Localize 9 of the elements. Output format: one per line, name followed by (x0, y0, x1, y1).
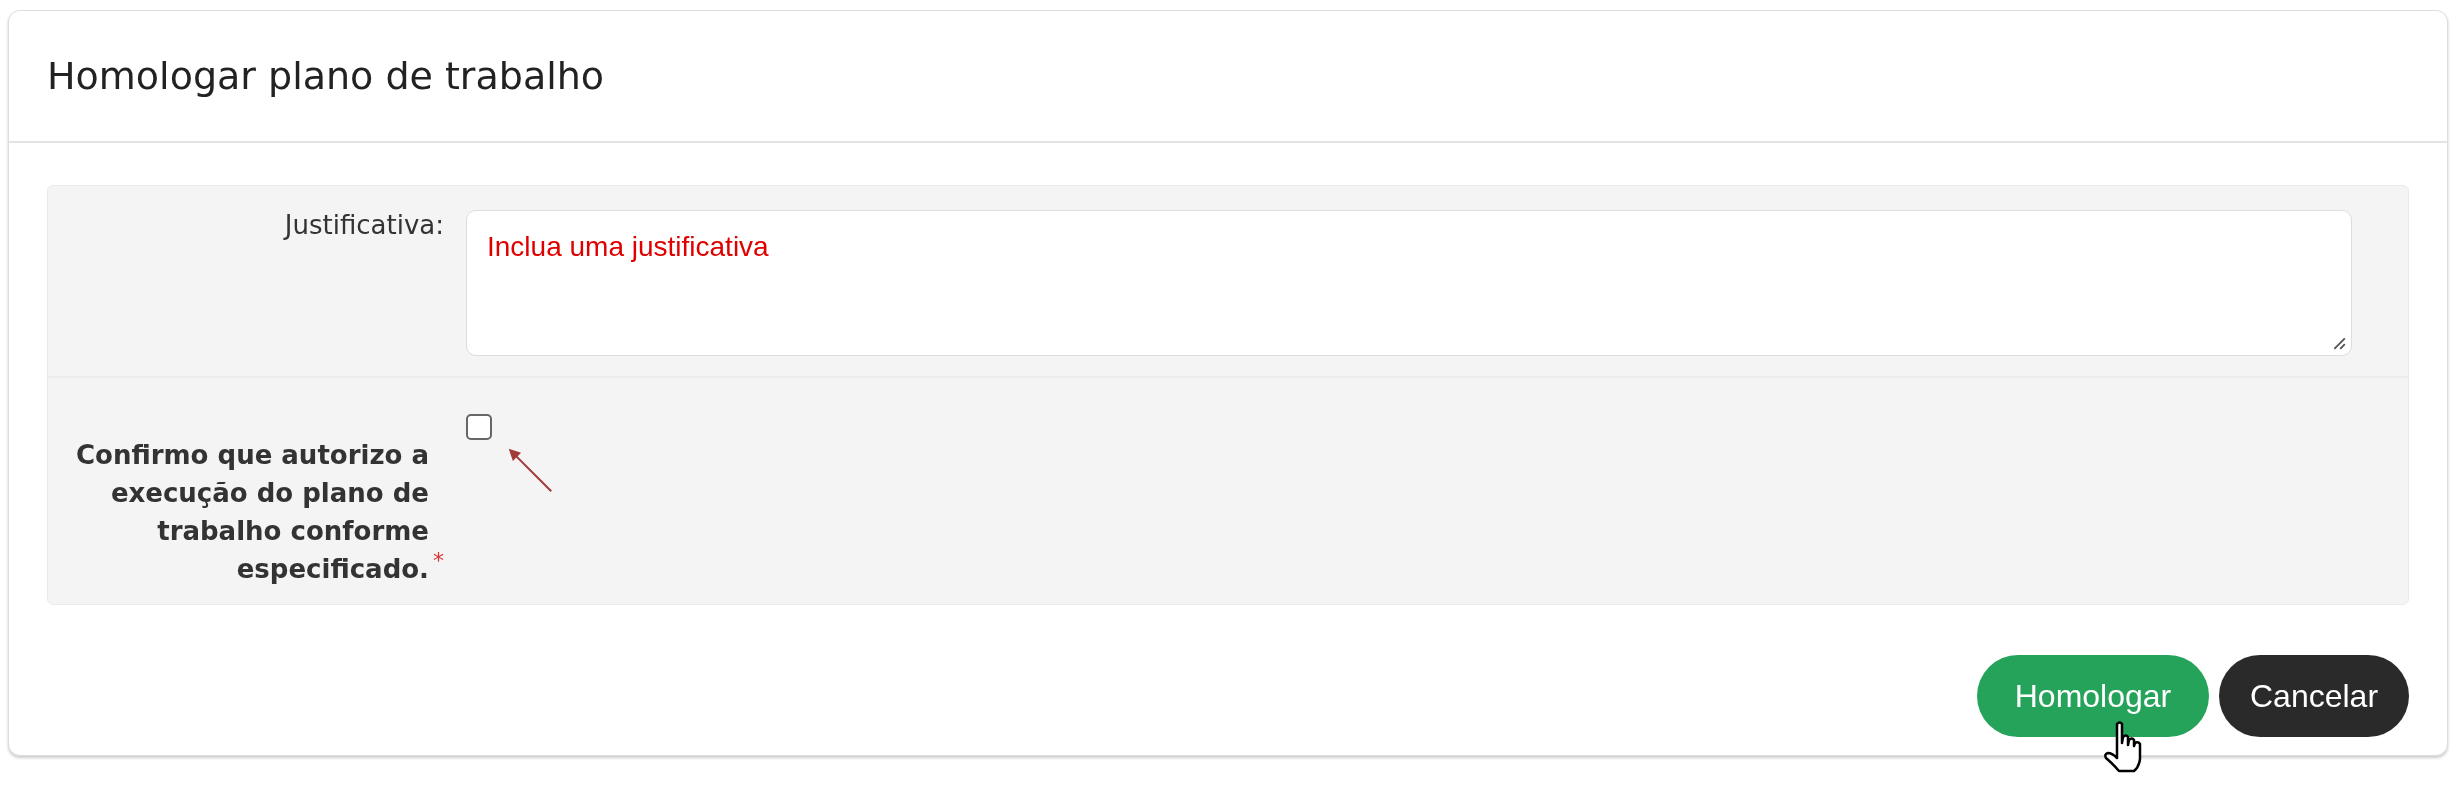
confirm-checkbox[interactable] (466, 414, 492, 440)
dialog-title: Homologar plano de trabalho (47, 54, 605, 98)
field-label: Justificativa: (284, 210, 444, 240)
required-mark: * (433, 550, 444, 572)
pointer-arrow-icon (506, 446, 554, 494)
checkbox-label: Confirmo que autorizo a execução do plano de trabalho conforme especificado. (74, 439, 429, 586)
resize-handle-icon[interactable] (2332, 336, 2346, 350)
action-button[interactable]: Cancelar (2219, 655, 2409, 737)
justification-field[interactable]: Inclua uma justificativa (466, 210, 2352, 356)
